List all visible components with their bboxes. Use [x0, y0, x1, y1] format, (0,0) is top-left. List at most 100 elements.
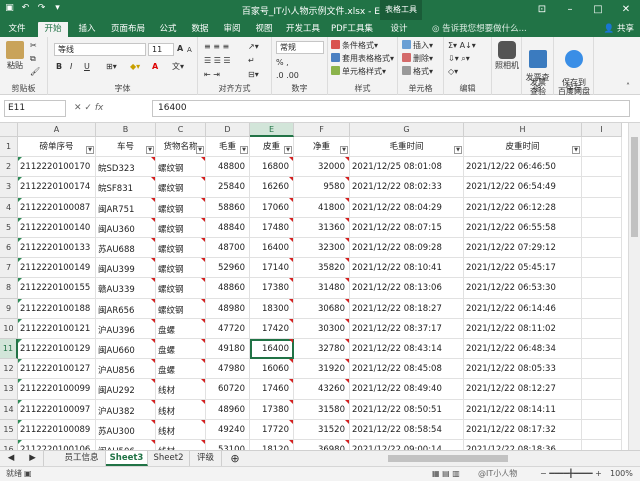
paste-button[interactable]: 粘贴: [4, 41, 26, 71]
table-cell[interactable]: 47980: [206, 359, 250, 380]
format-cells-button[interactable]: 格式▾: [402, 66, 433, 78]
row-header[interactable]: 10: [0, 318, 18, 339]
zoom-level[interactable]: 100%: [610, 467, 633, 481]
table-cell[interactable]: 皖SF831: [96, 177, 156, 198]
table-cell[interactable]: 2021/12/22 08:17:32: [464, 419, 582, 440]
table-cell[interactable]: 2021/12/22 06:55:58: [464, 217, 582, 238]
table-cell[interactable]: 2021/12/25 08:01:08: [350, 157, 464, 178]
table-cell[interactable]: 螺纹钢: [156, 238, 206, 259]
shrink-font-button[interactable]: A: [187, 44, 192, 56]
header-cell[interactable]: 皮重 ▼: [250, 137, 294, 158]
filter-dropdown-icon[interactable]: ▼: [572, 146, 580, 155]
table-cell[interactable]: 盘螺: [156, 318, 206, 339]
row-header[interactable]: 8: [0, 278, 18, 299]
sheet-tab-rating[interactable]: 评级: [190, 451, 222, 466]
table-cell[interactable]: 2021/12/22 06:48:34: [464, 339, 582, 360]
macro-record-icon[interactable]: ▣: [24, 467, 32, 481]
row-header[interactable]: 7: [0, 258, 18, 279]
column-header-e[interactable]: E: [250, 123, 294, 137]
table-cell[interactable]: 2021/12/22 08:13:06: [350, 278, 464, 299]
table-cell[interactable]: 皖SD323: [96, 157, 156, 178]
prev-sheet-icon[interactable]: ◀: [0, 451, 22, 466]
filter-dropdown-icon[interactable]: ▼: [240, 146, 248, 155]
table-cell[interactable]: 18120: [250, 440, 294, 450]
table-cell[interactable]: 48700: [206, 238, 250, 259]
table-cell[interactable]: 41800: [294, 197, 350, 218]
table-cell[interactable]: 2021/12/22 06:54:49: [464, 177, 582, 198]
table-cell[interactable]: 31920: [294, 359, 350, 380]
tab-pdf-tools[interactable]: PDF工具集: [328, 22, 376, 37]
table-cell[interactable]: 闽AU360: [96, 217, 156, 238]
table-cell[interactable]: 2021/12/22 06:14:46: [464, 298, 582, 319]
table-cell[interactable]: 60720: [206, 379, 250, 400]
table-cell[interactable]: 2021/12/22 06:53:30: [464, 278, 582, 299]
table-cell[interactable]: 25840: [206, 177, 250, 198]
minimize-button[interactable]: –: [556, 0, 584, 20]
number-format-combo[interactable]: 常规: [276, 41, 324, 54]
underline-button[interactable]: U: [84, 61, 90, 73]
table-cell[interactable]: 盘螺: [156, 359, 206, 380]
table-cell[interactable]: 36980: [294, 440, 350, 450]
table-cell[interactable]: [582, 278, 622, 299]
column-header-b[interactable]: B: [96, 123, 156, 137]
currency-icon[interactable]: % ,: [276, 57, 289, 69]
table-cell[interactable]: 48800: [206, 157, 250, 178]
column-header-f[interactable]: F: [294, 123, 350, 137]
table-cell[interactable]: 螺纹钢: [156, 298, 206, 319]
header-cell[interactable]: 毛重时间 ▼: [350, 137, 464, 158]
delete-cells-button[interactable]: 删除▾: [402, 53, 433, 65]
table-cell[interactable]: 2021/12/22 08:37:17: [350, 318, 464, 339]
header-cell[interactable]: [582, 137, 622, 158]
table-cell[interactable]: [582, 419, 622, 440]
table-cell[interactable]: [582, 197, 622, 218]
sheet-tab-sheet3[interactable]: Sheet3: [106, 451, 148, 466]
row-header[interactable]: 1: [0, 137, 18, 158]
select-all-corner[interactable]: [0, 123, 18, 137]
tell-me-search[interactable]: ◎ 告诉我您想要做什么...: [432, 22, 527, 34]
table-cell[interactable]: 2021/12/22 08:50:51: [350, 399, 464, 420]
fx-icon[interactable]: fx: [95, 103, 104, 113]
selected-cell[interactable]: 16400: [250, 339, 294, 360]
table-cell[interactable]: 2021/12/22 08:14:11: [464, 399, 582, 420]
table-cell[interactable]: 2021/12/22 08:18:27: [350, 298, 464, 319]
h-scroll-thumb[interactable]: [388, 455, 508, 462]
table-cell[interactable]: 31520: [294, 419, 350, 440]
table-cell[interactable]: 2112220100149: [18, 258, 96, 279]
table-cell[interactable]: [582, 217, 622, 238]
table-cell[interactable]: 31580: [294, 399, 350, 420]
table-cell[interactable]: 螺纹钢: [156, 197, 206, 218]
formula-input[interactable]: 16400: [152, 100, 630, 117]
table-cell[interactable]: 16260: [250, 177, 294, 198]
table-cell[interactable]: 2021/12/22 08:12:27: [464, 379, 582, 400]
fill-color-icon[interactable]: ◆▾: [130, 61, 140, 73]
table-cell[interactable]: 17140: [250, 258, 294, 279]
table-cell[interactable]: 2021/12/22 08:43:14: [350, 339, 464, 360]
table-cell[interactable]: 30300: [294, 318, 350, 339]
view-buttons-icon[interactable]: ▦ ▤ ▥: [432, 467, 460, 481]
sheet-tab-employees[interactable]: 员工信息: [58, 451, 106, 466]
next-sheet-icon[interactable]: ▶: [22, 451, 44, 466]
tab-view[interactable]: 视图: [250, 22, 278, 37]
table-cell[interactable]: 闽AU399: [96, 258, 156, 279]
autosum-icon[interactable]: Σ▾ A↓▾: [448, 40, 476, 52]
ribbon-display-icon[interactable]: ⊡: [528, 0, 556, 20]
table-cell[interactable]: 2021/12/22 08:07:15: [350, 217, 464, 238]
column-header-g[interactable]: G: [350, 123, 464, 137]
table-cell[interactable]: 32780: [294, 339, 350, 360]
table-cell[interactable]: 线材: [156, 379, 206, 400]
maximize-button[interactable]: □: [584, 0, 612, 20]
table-cell[interactable]: 沪AU396: [96, 318, 156, 339]
worksheet-grid[interactable]: A B C D E F G H I 1 磅单序号 ▼ 车号 ▼ 货物名称 ▼ 毛重 ▼ 皮重 ▼ 净重 ▼ 毛重时间 ▼ 皮重时…: [0, 123, 628, 450]
table-cell[interactable]: 17060: [250, 197, 294, 218]
tab-design[interactable]: 设计: [384, 22, 414, 37]
table-cell[interactable]: 沪AU856: [96, 359, 156, 380]
sheet-tab-sheet2[interactable]: Sheet2: [148, 451, 190, 466]
table-cell[interactable]: 2021/12/22 08:49:40: [350, 379, 464, 400]
table-cell[interactable]: 2021/12/22 05:45:17: [464, 258, 582, 279]
column-header-c[interactable]: C: [156, 123, 206, 137]
format-as-table-button[interactable]: 套用表格格式▾: [331, 53, 394, 65]
copy-icon[interactable]: ⧉: [30, 53, 36, 65]
tab-data[interactable]: 数据: [186, 22, 214, 37]
table-cell[interactable]: 闽AU506: [96, 440, 156, 450]
table-cell[interactable]: 2112220100170: [18, 157, 96, 178]
